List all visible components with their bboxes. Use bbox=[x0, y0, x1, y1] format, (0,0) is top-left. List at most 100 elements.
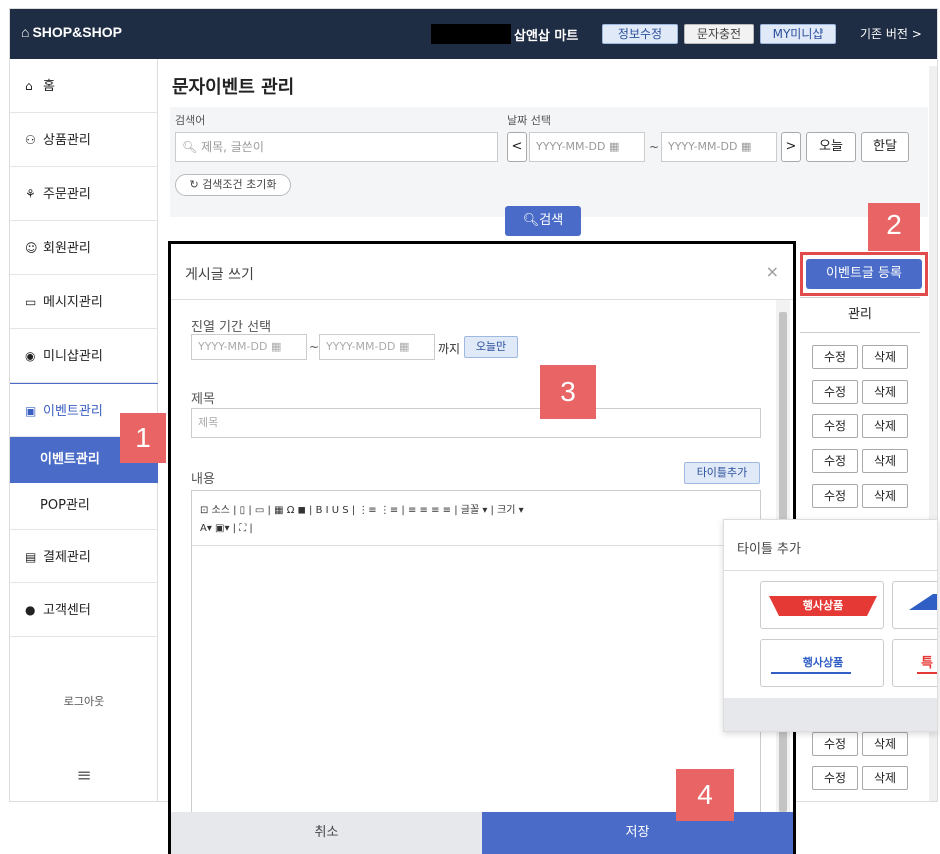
sidebar-item-support[interactable]: ● 고객센터 bbox=[10, 583, 158, 637]
old-version-link[interactable]: 기존 버전 > bbox=[860, 25, 922, 42]
rich-text-editor[interactable]: ⊡ 소스 | ▯ | ▭ | ▦ Ω ◼ | B I U S | ⋮≡ ⋮≡ |… bbox=[191, 490, 761, 812]
content-label: 내용 bbox=[191, 472, 215, 487]
subject-input[interactable]: 제목 bbox=[191, 408, 761, 438]
edit-row-button[interactable]: 수정 bbox=[812, 380, 858, 404]
home-outline-icon: ⌂ bbox=[21, 24, 30, 40]
payment-icon: ▤ bbox=[25, 550, 37, 564]
date-tilde: ~ bbox=[649, 140, 660, 154]
top-bar: ⌂ SHOP&SHOP 삽앤삽 마트 정보수정 문자충전 MY미니샵 기존 버전 … bbox=[10, 9, 937, 59]
modal-body: 진열 기간 선택 YYYY-MM-DD ▦ ~ YYYY-MM-DD ▦ 까지 … bbox=[171, 300, 793, 812]
minishop-icon: ◉ bbox=[25, 349, 36, 363]
sidebar-item-members[interactable]: ☺ 회원관리 bbox=[10, 221, 158, 275]
period-from-input[interactable]: YYYY-MM-DD ▦ bbox=[191, 334, 307, 360]
edit-info-button[interactable]: 정보수정 bbox=[602, 24, 678, 44]
date-label: 날짜 선택 bbox=[507, 114, 551, 127]
edit-row-button[interactable]: 수정 bbox=[812, 484, 858, 508]
blue-banner-icon bbox=[909, 594, 937, 610]
edit-row-button[interactable]: 수정 bbox=[812, 732, 858, 756]
page-title: 문자이벤트 관리 bbox=[172, 77, 295, 98]
search-icon: 🔍︎ bbox=[182, 140, 198, 154]
title-option-3[interactable]: 행사상품 bbox=[760, 639, 884, 687]
search-icon: 🔍︎ bbox=[522, 213, 540, 228]
until-label: 까지 bbox=[438, 342, 461, 356]
toolbar-divider bbox=[192, 545, 760, 546]
close-icon[interactable]: × bbox=[766, 262, 779, 281]
title-add-popup: 타이틀 추가 행사상품 행사상품 특 bbox=[723, 519, 938, 732]
search-button[interactable]: 🔍︎검색 bbox=[505, 206, 581, 236]
today-button[interactable]: 오늘 bbox=[806, 132, 856, 162]
user-icon: ☺ bbox=[25, 241, 38, 255]
sidebar-item-payment[interactable]: ▤ 결제관리 bbox=[10, 529, 158, 583]
step-marker-2: 2 bbox=[868, 203, 920, 251]
redacted-block bbox=[431, 24, 511, 44]
editor-toolbar-row1[interactable]: ⊡ 소스 | ▯ | ▭ | ▦ Ω ◼ | B I U S | ⋮≡ ⋮≡ |… bbox=[200, 501, 524, 516]
edit-row-button[interactable]: 수정 bbox=[812, 449, 858, 473]
my-minishop-button[interactable]: MY미니샵 bbox=[760, 24, 836, 44]
title-options-grid: 행사상품 행사상품 특 bbox=[724, 570, 937, 700]
subject-label: 제목 bbox=[191, 392, 215, 407]
date-to-input[interactable]: YYYY-MM-DD ▦ bbox=[661, 132, 777, 162]
edit-row-button[interactable]: 수정 bbox=[812, 766, 858, 790]
save-button[interactable]: 저장 bbox=[482, 812, 793, 854]
step-marker-3: 3 bbox=[540, 365, 596, 419]
editor-toolbar-row2[interactable]: A▾ ▣▾ | ⛶ | bbox=[200, 523, 253, 534]
delete-row-button[interactable]: 삭제 bbox=[862, 732, 908, 756]
store-name: 삽앤삽 마트 bbox=[514, 29, 579, 44]
sidebar-item-orders[interactable]: ⚘ 주문관리 bbox=[10, 167, 158, 221]
calendar-icon: ▦ bbox=[398, 340, 410, 353]
register-event-button[interactable]: 이벤트글 등록 bbox=[806, 259, 922, 289]
title-popup-footer bbox=[724, 698, 937, 731]
step-marker-4: 4 bbox=[676, 769, 734, 821]
calendar-icon: ▦ bbox=[270, 340, 282, 353]
sidebar-item-messages[interactable]: ▭ 메시지관리 bbox=[10, 275, 158, 329]
period-tilde: ~ bbox=[309, 340, 320, 354]
orders-icon: ⚘ bbox=[25, 187, 36, 201]
cancel-button[interactable]: 취소 bbox=[171, 812, 482, 854]
manage-column-header: 관리 bbox=[800, 297, 920, 333]
home-icon: ⌂ bbox=[25, 79, 33, 93]
delete-row-button[interactable]: 삭제 bbox=[862, 414, 908, 438]
reset-search-button[interactable]: ↻ 검색조건 초기화 bbox=[175, 174, 291, 196]
products-icon: ⚇ bbox=[25, 133, 36, 147]
delete-row-button[interactable]: 삭제 bbox=[862, 380, 908, 404]
write-post-modal: 게시글 쓰기 × 진열 기간 선택 YYYY-MM-DD ▦ ~ YYYY-MM… bbox=[168, 241, 796, 854]
modal-title: 게시글 쓰기 bbox=[185, 267, 254, 283]
delete-row-button[interactable]: 삭제 bbox=[862, 449, 908, 473]
sms-charge-button[interactable]: 문자충전 bbox=[684, 24, 754, 44]
calendar-icon: ▦ bbox=[608, 140, 620, 153]
edit-row-button[interactable]: 수정 bbox=[812, 414, 858, 438]
title-option-4[interactable]: 특 bbox=[892, 639, 937, 687]
calendar-icon: ▦ bbox=[740, 140, 752, 153]
edit-row-button[interactable]: 수정 bbox=[812, 345, 858, 369]
title-option-2[interactable] bbox=[892, 581, 937, 629]
date-next-button[interactable]: > bbox=[781, 132, 801, 162]
sidebar-item-minishop[interactable]: ◉ 미니샵관리 bbox=[10, 329, 158, 383]
delete-row-button[interactable]: 삭제 bbox=[862, 766, 908, 790]
modal-header: 게시글 쓰기 × bbox=[171, 244, 793, 300]
underline-decoration bbox=[917, 672, 937, 674]
submenu-pop-manage[interactable]: POP관리 bbox=[10, 483, 158, 529]
date-from-input[interactable]: YYYY-MM-DD ▦ bbox=[529, 132, 645, 162]
keyword-label: 검색어 bbox=[175, 114, 206, 127]
brand-logo[interactable]: ⌂ SHOP&SHOP bbox=[21, 24, 122, 40]
delete-row-button[interactable]: 삭제 bbox=[862, 484, 908, 508]
event-icon: ▣ bbox=[25, 404, 37, 418]
date-prev-button[interactable]: < bbox=[507, 132, 527, 162]
menu-icon[interactable]: ≡ bbox=[10, 765, 158, 786]
message-icon: ▭ bbox=[25, 295, 37, 309]
sidebar-item-products[interactable]: ⚇ 상품관리 bbox=[10, 113, 158, 167]
period-to-input[interactable]: YYYY-MM-DD ▦ bbox=[319, 334, 435, 360]
sidebar-item-home[interactable]: ⌂ 홈 bbox=[10, 59, 158, 113]
logout-link[interactable]: 로그아웃 bbox=[10, 693, 158, 709]
title-popup-heading: 타이틀 추가 bbox=[737, 542, 801, 557]
add-title-button[interactable]: 타이틀추가 bbox=[684, 462, 760, 484]
info-icon: ● bbox=[25, 603, 36, 617]
one-month-button[interactable]: 한달 bbox=[861, 132, 909, 162]
delete-row-button[interactable]: 삭제 bbox=[862, 345, 908, 369]
keyword-input[interactable]: 🔍︎ 제목, 글쓴이 bbox=[175, 132, 498, 162]
period-label: 진열 기간 선택 bbox=[191, 320, 272, 335]
refresh-icon: ↻ bbox=[189, 178, 199, 191]
today-only-button[interactable]: 오늘만 bbox=[464, 336, 518, 358]
underline-decoration bbox=[771, 672, 851, 674]
title-option-1[interactable]: 행사상품 bbox=[760, 581, 884, 629]
